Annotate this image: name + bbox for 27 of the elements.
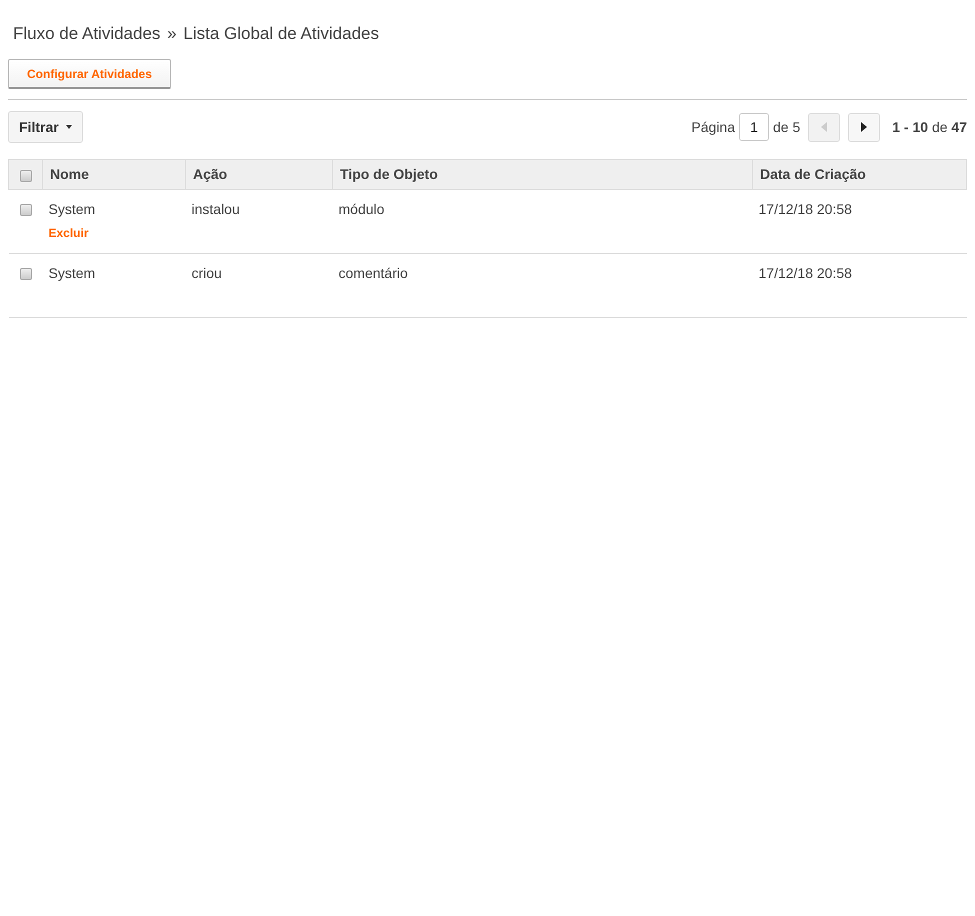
page-title: Lista Global de Atividades xyxy=(183,24,379,43)
select-all-checkbox[interactable] xyxy=(20,170,32,182)
result-range: 1 - 10 de 47 xyxy=(892,119,967,135)
page-field[interactable]: 1 xyxy=(739,113,769,141)
table-cell-text: comentário xyxy=(338,265,409,281)
column-header[interactable]: Data de Criação xyxy=(752,160,966,190)
table-cell-text: System xyxy=(48,201,96,217)
table-cell-text: 17/12/18 20:58 xyxy=(758,265,853,281)
table-cell-text: módulo xyxy=(338,201,386,217)
table-cell-text: criou xyxy=(192,265,223,281)
page-count: de 5 xyxy=(773,119,800,135)
filter-button[interactable]: Filtrar xyxy=(8,111,83,143)
next-button[interactable] xyxy=(848,112,880,142)
left-triangle-icon xyxy=(821,122,828,132)
column-header[interactable]: Ação xyxy=(186,160,332,190)
table-cell-text: System xyxy=(48,265,96,281)
caret-icon xyxy=(66,125,72,129)
breadcrumb-link[interactable]: Fluxo de Atividades xyxy=(13,24,160,43)
table-cell-text: 17/12/18 20:58 xyxy=(758,201,853,217)
row-checkbox[interactable] xyxy=(20,204,32,216)
table-cell-text: instalou xyxy=(192,201,241,217)
breadcrumb-separator: » xyxy=(167,24,177,43)
column-header[interactable]: Tipo de Objeto xyxy=(332,160,752,190)
page-label: Página xyxy=(691,119,735,135)
column-header[interactable]: Nome xyxy=(42,160,186,190)
row-checkbox[interactable] xyxy=(20,268,32,280)
right-triangle-icon xyxy=(861,122,868,132)
